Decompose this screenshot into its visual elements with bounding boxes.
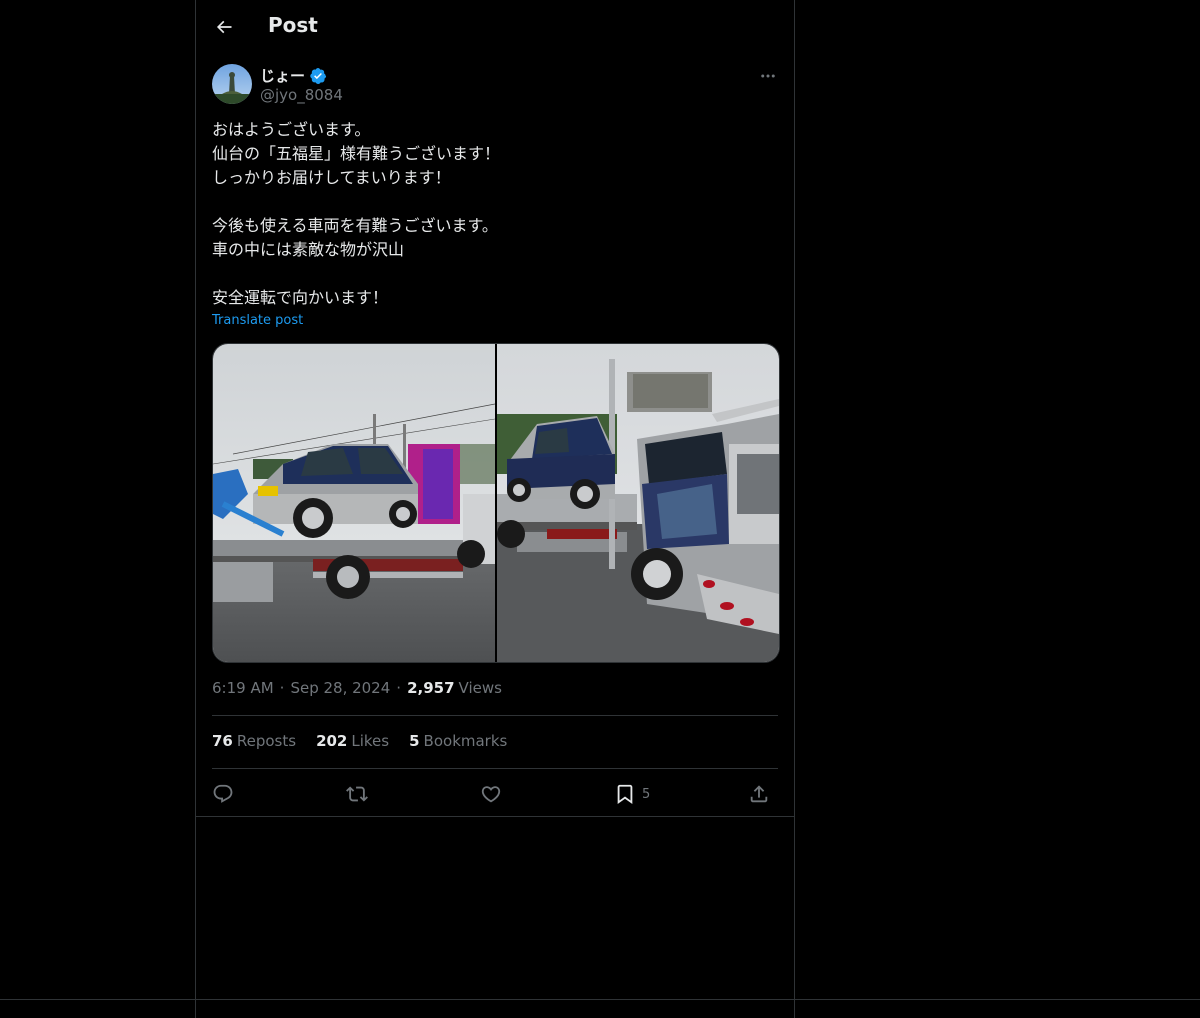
more-options-button[interactable]: [756, 64, 780, 88]
bookmark-icon: [617, 784, 633, 805]
tweet-line: [212, 190, 778, 214]
post-header: Post: [196, 0, 794, 54]
meta-separator: ·: [396, 679, 402, 697]
post-meta: 6:19 AM · Sep 28, 2024 · 2,957 Views: [212, 679, 502, 697]
tweet-line: 安全運転で向かいます！: [212, 288, 389, 307]
meta-separator: ·: [279, 679, 285, 697]
tweet-line: [212, 262, 778, 286]
tweet-line: おはようございます。: [212, 120, 371, 139]
reposts-label: Reposts: [236, 732, 297, 750]
verified-badge-icon: [309, 67, 327, 85]
bookmark-count: 5: [642, 786, 651, 802]
divider: [212, 768, 778, 769]
post-stats: 76 Reposts 202 Likes 5 Bookmarks: [212, 732, 527, 750]
reply-icon: [213, 784, 233, 803]
bottom-divider: [0, 999, 1200, 1000]
share-icon: [750, 785, 768, 803]
likes-count: 202: [316, 732, 348, 750]
author-handle[interactable]: @jyo_8084: [260, 86, 343, 104]
back-button[interactable]: [208, 11, 240, 43]
bookmarks-count: 5: [409, 732, 420, 750]
tweet-line: 車の中には素敵な物が沢山: [212, 240, 405, 259]
page-title: Post: [268, 13, 318, 37]
reposts-count: 76: [212, 732, 233, 750]
avatar[interactable]: [212, 64, 252, 104]
reply-button[interactable]: [212, 780, 234, 808]
reposts-stat[interactable]: 76 Reposts: [212, 732, 296, 750]
truck-side-photo[interactable]: [213, 344, 495, 662]
share-button[interactable]: [748, 780, 770, 808]
truck-front-photo[interactable]: [497, 344, 779, 662]
post-date[interactable]: Sep 28, 2024: [290, 679, 390, 697]
translate-post-link[interactable]: Translate post: [212, 313, 303, 328]
bookmark-button[interactable]: 5: [614, 780, 650, 808]
display-name-text: じょー: [260, 67, 306, 85]
bookmarks-label: Bookmarks: [423, 732, 508, 750]
repost-icon: [346, 786, 368, 802]
likes-label: Likes: [351, 732, 390, 750]
tweet-line: 今後も使える車両を有難うございます。: [212, 216, 498, 235]
author-name[interactable]: じょー: [260, 65, 327, 86]
more-icon: [761, 74, 775, 78]
like-button[interactable]: [480, 780, 502, 808]
heart-icon: [481, 786, 501, 803]
media-grid: [212, 343, 780, 663]
post-time[interactable]: 6:19 AM: [212, 679, 274, 697]
repost-button[interactable]: [346, 780, 368, 808]
likes-stat[interactable]: 202 Likes: [316, 732, 389, 750]
divider: [212, 715, 778, 716]
tweet-text: おはようございます。 仙台の「五福星」様有難うございます！ しっかりお届けしてま…: [212, 118, 778, 310]
bookmarks-stat[interactable]: 5 Bookmarks: [409, 732, 507, 750]
arrow-left-icon: [216, 20, 232, 34]
divider: [196, 816, 794, 817]
tweet-line: しっかりお届けしてまいります！: [212, 168, 451, 187]
action-bar: 5: [212, 780, 778, 808]
views-label: Views: [458, 679, 502, 697]
tweet-line: 仙台の「五福星」様有難うございます！: [212, 144, 501, 163]
views-count: 2,957: [407, 679, 455, 697]
post-column: Post じょー @jyo_8084 おはようございます。 仙台の「五福星」様有…: [195, 0, 795, 1018]
